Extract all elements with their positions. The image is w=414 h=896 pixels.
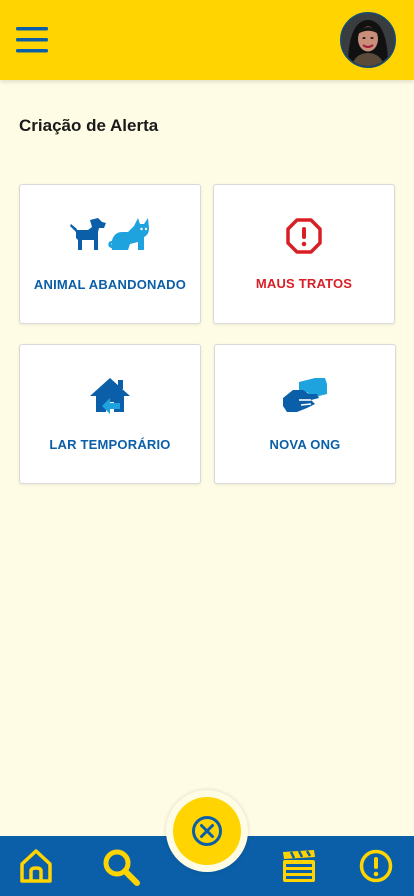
hamburger-menu-icon bbox=[16, 27, 48, 53]
card-label: ANIMAL ABANDONADO bbox=[33, 277, 187, 292]
nav-alerts-button[interactable] bbox=[359, 848, 393, 889]
close-alert-button[interactable] bbox=[173, 797, 241, 865]
page-title: Criação de Alerta bbox=[19, 116, 159, 135]
card-animal-abandonado[interactable]: ANIMAL ABANDONADO bbox=[19, 184, 201, 324]
handshake-icon bbox=[283, 378, 327, 412]
avatar-image bbox=[342, 14, 394, 66]
card-nova-ong[interactable]: NOVA ONG bbox=[214, 344, 396, 484]
video-icon bbox=[283, 850, 315, 882]
card-label: MAUS TRATOS bbox=[255, 276, 353, 291]
home-icon bbox=[20, 849, 52, 883]
top-app-bar bbox=[0, 0, 414, 80]
alert-circle-icon bbox=[359, 849, 393, 883]
card-maus-tratos[interactable]: MAUS TRATOS bbox=[213, 184, 395, 324]
card-label: LAR TEMPORÁRIO bbox=[49, 437, 171, 452]
home-icon bbox=[90, 378, 130, 414]
card-lar-temporario[interactable]: LAR TEMPORÁRIO bbox=[19, 344, 201, 484]
dog-cat-icon bbox=[70, 218, 149, 250]
close-circle-icon bbox=[192, 816, 222, 846]
alert-octagon-icon bbox=[286, 218, 322, 254]
nav-videos-button[interactable] bbox=[281, 848, 317, 889]
search-icon bbox=[103, 849, 140, 886]
user-avatar[interactable] bbox=[340, 12, 396, 68]
nav-home-button[interactable] bbox=[19, 848, 53, 889]
nav-search-button[interactable] bbox=[102, 848, 140, 891]
menu-button[interactable] bbox=[16, 27, 48, 53]
card-label: NOVA ONG bbox=[269, 437, 341, 452]
